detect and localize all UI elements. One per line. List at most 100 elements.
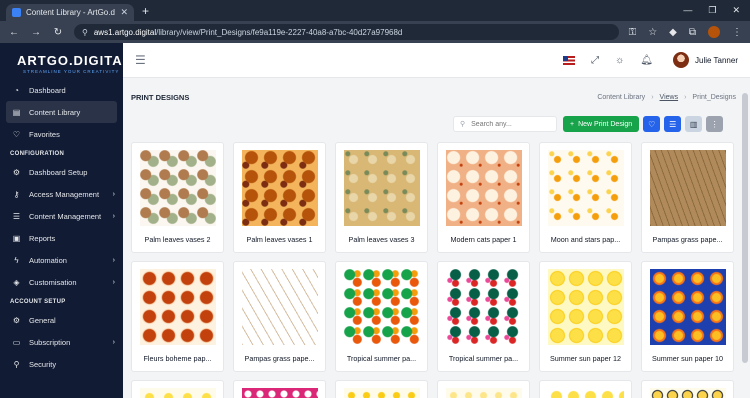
brand-logo[interactable]: ARTGO.DIGITAL STREAMLINE YOUR CREATIVITY: [0, 43, 131, 79]
sidebar-item-reports[interactable]: ▣ Reports: [0, 227, 123, 249]
design-card[interactable]: Summer sun paper 10: [641, 261, 734, 372]
design-card[interactable]: Pampas grass pape...: [233, 261, 326, 372]
sidebar-item-content-library[interactable]: ▤ Content Library: [6, 101, 117, 123]
extension-icon[interactable]: ◆: [669, 27, 677, 38]
design-card[interactable]: [335, 380, 428, 398]
design-thumbnail[interactable]: [548, 388, 624, 398]
library-toolbar: ⚲ + New Print Design ♡ ☰ ▥ ⋮: [453, 116, 730, 132]
browser-tab[interactable]: Content Library - ArtGo.digital ✕: [6, 4, 134, 21]
design-card[interactable]: Palm leaves vases 3: [335, 142, 428, 253]
sidebar-item-automation[interactable]: ϟ Automation ›: [0, 249, 123, 271]
sidebar-item-customisation[interactable]: ◈ Customisation ›: [0, 271, 123, 293]
back-icon[interactable]: ←: [8, 27, 20, 38]
avatar: [673, 52, 689, 68]
profile-avatar[interactable]: [708, 26, 720, 38]
sidebar-item-security[interactable]: ⚲ Security: [0, 353, 123, 375]
favorites-filter-button[interactable]: ♡: [643, 116, 661, 132]
sidebar-item-access-management[interactable]: ⚷ Access Management ›: [0, 183, 123, 205]
sidebar-item-dashboard-setup[interactable]: ⚙ Dashboard Setup: [0, 161, 123, 183]
document-icon: ▥: [689, 119, 698, 129]
sidebar-item-favorites[interactable]: ♡ Favorites: [0, 123, 123, 145]
design-thumbnail[interactable]: [344, 150, 420, 226]
design-card[interactable]: [437, 380, 530, 398]
design-thumbnail[interactable]: [548, 269, 624, 345]
design-thumbnail[interactable]: [242, 150, 318, 226]
page-header: PRINT DESIGNS Content Library › Views › …: [131, 93, 736, 102]
design-thumbnail[interactable]: [446, 150, 522, 226]
chevron-right-icon: ›: [112, 190, 115, 198]
close-window-icon[interactable]: ✕: [732, 5, 740, 16]
search-input[interactable]: [471, 120, 552, 128]
design-thumbnail[interactable]: [548, 150, 624, 226]
breadcrumb: Content Library › Views › Print_Designs: [597, 94, 736, 101]
design-thumbnail[interactable]: [140, 388, 216, 398]
search-box[interactable]: ⚲: [453, 116, 557, 132]
design-caption: Tropical summer pa...: [346, 354, 417, 363]
design-card[interactable]: Pampas grass pape...: [641, 142, 734, 253]
design-thumbnail[interactable]: [242, 388, 318, 398]
notification-bell-icon[interactable]: 🔔︎: [640, 55, 653, 66]
key-icon[interactable]: ⚿: [629, 27, 637, 38]
design-caption: Tropical summer pa...: [448, 354, 519, 363]
design-thumbnail[interactable]: [446, 269, 522, 345]
forward-icon[interactable]: →: [30, 27, 42, 38]
more-vertical-icon: ⋮: [710, 119, 719, 129]
design-thumbnail[interactable]: [242, 269, 318, 345]
new-print-design-button[interactable]: + New Print Design: [563, 116, 640, 132]
breadcrumb-content-library[interactable]: Content Library: [597, 94, 645, 101]
maximize-icon[interactable]: ❐: [708, 5, 716, 16]
design-thumbnail[interactable]: [140, 150, 216, 226]
document-button[interactable]: ▥: [685, 116, 703, 132]
filter-settings-button[interactable]: ☰: [664, 116, 682, 132]
url-field[interactable]: ⚲ aws1.artgo.digital/library/view/Print_…: [74, 24, 619, 40]
breadcrumb-views[interactable]: Views: [660, 94, 679, 101]
bookmark-star-icon[interactable]: ☆: [648, 27, 657, 38]
design-card[interactable]: [539, 380, 632, 398]
bolt-icon: ϟ: [14, 255, 19, 265]
design-caption: Fleurs boheme pap...: [143, 354, 212, 363]
design-thumbnail[interactable]: [140, 269, 216, 345]
reload-icon[interactable]: ↻: [52, 27, 64, 38]
sidebar-item-dashboard[interactable]: ◔ Dashboard: [0, 79, 123, 101]
extensions-puzzle-icon[interactable]: ⧉: [689, 27, 696, 38]
design-card[interactable]: [641, 380, 734, 398]
gear-icon: ⚙: [12, 315, 21, 325]
design-thumbnail[interactable]: [650, 388, 726, 398]
sidebar-item-content-management[interactable]: ☰ Content Management ›: [0, 205, 123, 227]
theme-sun-icon[interactable]: ☼: [615, 55, 624, 66]
sidebar-item-general[interactable]: ⚙ General: [0, 309, 123, 331]
design-card[interactable]: Palm leaves vases 1: [233, 142, 326, 253]
design-thumbnail[interactable]: [650, 150, 726, 226]
design-card[interactable]: [131, 380, 224, 398]
gear-icon: ⚙: [12, 167, 21, 177]
design-card[interactable]: Palm leaves vases 2: [131, 142, 224, 253]
design-card[interactable]: Tropical summer pa...: [335, 261, 428, 372]
user-menu[interactable]: Julie Tanner: [673, 52, 738, 68]
design-card[interactable]: [233, 380, 326, 398]
design-card[interactable]: Tropical summer pa...: [437, 261, 530, 372]
design-caption: Moon and stars pap...: [550, 235, 621, 244]
design-card[interactable]: Fleurs boheme pap...: [131, 261, 224, 372]
design-card[interactable]: Summer sun paper 12: [539, 261, 632, 372]
design-card[interactable]: Modern cats paper 1: [437, 142, 530, 253]
design-thumbnail[interactable]: [650, 269, 726, 345]
language-flag-icon[interactable]: [563, 55, 576, 65]
menu-toggle-icon[interactable]: ☰: [135, 53, 146, 67]
minimize-icon[interactable]: —: [683, 5, 692, 16]
more-options-button[interactable]: ⋮: [706, 116, 724, 132]
browser-menu-icon[interactable]: ⋮: [732, 27, 742, 38]
design-thumbnail[interactable]: [344, 269, 420, 345]
heart-icon: ♡: [12, 129, 21, 139]
sidebar-item-subscription[interactable]: ▭ Subscription ›: [0, 331, 123, 353]
page-scrollbar[interactable]: [740, 79, 750, 398]
new-tab-icon[interactable]: +: [142, 4, 149, 18]
design-thumbnail[interactable]: [446, 388, 522, 398]
sliders-icon: ☰: [12, 211, 21, 221]
design-thumbnail[interactable]: [344, 388, 420, 398]
scrollbar-thumb[interactable]: [742, 93, 748, 363]
fullscreen-icon[interactable]: ⤢: [591, 55, 599, 66]
design-card[interactable]: Moon and stars pap...: [539, 142, 632, 253]
card-icon: ▭: [12, 337, 21, 347]
site-info-icon[interactable]: ⚲: [82, 28, 88, 37]
close-tab-icon[interactable]: ✕: [120, 7, 128, 18]
